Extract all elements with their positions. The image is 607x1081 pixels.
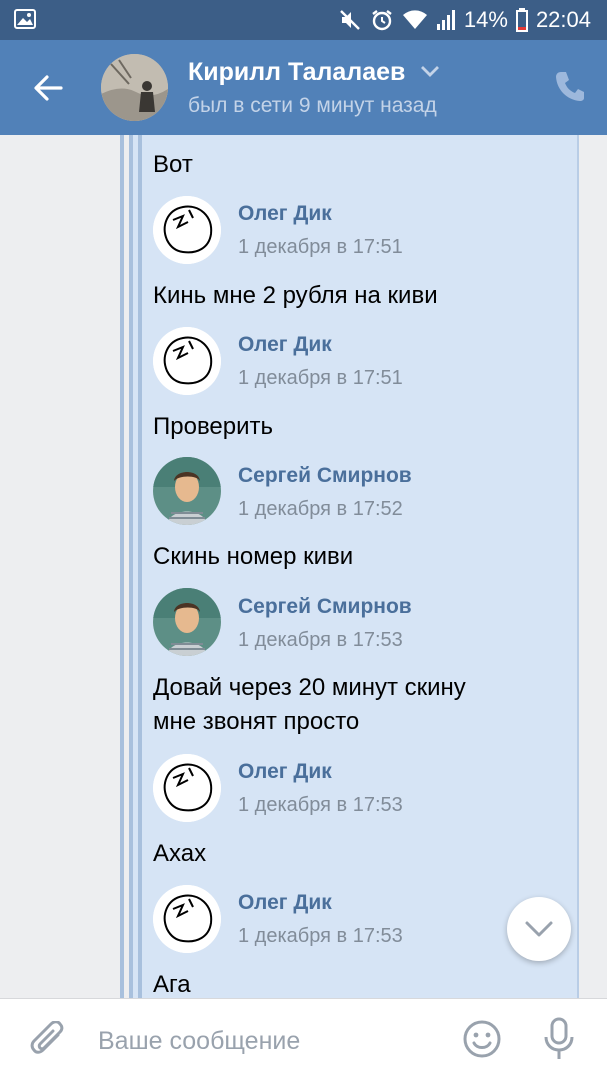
sender-avatar[interactable] xyxy=(153,327,221,395)
status-bar: 14% 22:04 xyxy=(0,0,607,40)
phone-icon[interactable] xyxy=(555,70,585,107)
gallery-icon xyxy=(14,9,36,29)
chevron-down-icon xyxy=(525,921,553,937)
message-text: Кинь мне 2 рубля на киви xyxy=(153,282,438,309)
sender-name[interactable]: Сергей Смирнов xyxy=(238,595,412,619)
attach-icon[interactable] xyxy=(28,1020,68,1068)
sender-name[interactable]: Олег Дик xyxy=(238,202,332,226)
sender-name[interactable]: Олег Дик xyxy=(238,760,332,784)
sender-name[interactable]: Олег Дик xyxy=(238,333,332,357)
message-list[interactable]: Вот Олег Дик 1 декабря в 17:51 Кинь мне … xyxy=(0,135,607,998)
sender-name[interactable]: Олег Дик xyxy=(238,891,332,915)
message-time: 1 декабря в 17:53 xyxy=(238,629,403,651)
mute-icon xyxy=(338,8,362,32)
message-composer xyxy=(0,998,607,1081)
message-text: Ахах xyxy=(153,840,207,867)
sender-avatar[interactable] xyxy=(153,754,221,822)
wifi-icon xyxy=(402,9,428,31)
contact-status: был в сети 9 минут назад xyxy=(188,94,437,117)
clock: 22:04 xyxy=(535,7,591,32)
battery-percent: 14% xyxy=(463,7,508,32)
message-time: 1 декабря в 17:51 xyxy=(238,367,403,389)
message-text: Вот xyxy=(153,151,193,178)
chevron-down-icon[interactable] xyxy=(420,64,440,83)
message-time: 1 декабря в 17:53 xyxy=(238,794,403,816)
signal-icon xyxy=(436,9,456,31)
sender-avatar[interactable] xyxy=(153,196,221,264)
contact-name[interactable]: Кирилл Талалаев xyxy=(188,58,405,87)
microphone-icon[interactable] xyxy=(542,1017,576,1066)
sender-avatar[interactable] xyxy=(153,457,221,525)
sender-avatar[interactable] xyxy=(153,588,221,656)
forward-bar xyxy=(120,135,124,998)
message-text: Довай через 20 минут скину xyxy=(153,674,466,701)
contact-avatar[interactable] xyxy=(101,54,168,121)
alarm-icon xyxy=(370,8,394,32)
back-button[interactable] xyxy=(26,68,70,108)
chat-header: Кирилл Талалаев был в сети 9 минут назад xyxy=(0,40,607,135)
back-arrow-icon xyxy=(34,75,63,101)
sender-avatar[interactable] xyxy=(153,885,221,953)
message-time: 1 декабря в 17:51 xyxy=(238,236,403,258)
forward-bar xyxy=(138,135,142,998)
message-time: 1 декабря в 17:53 xyxy=(238,925,403,947)
message-text: мне звонят просто xyxy=(153,708,360,735)
message-text: Проверить xyxy=(153,413,274,440)
message-text: Скинь номер киви xyxy=(153,543,354,570)
battery-icon xyxy=(515,8,528,32)
scroll-down-button[interactable] xyxy=(507,897,571,961)
emoji-icon[interactable] xyxy=(462,1019,502,1064)
message-time: 1 декабря в 17:52 xyxy=(238,498,403,520)
message-text: Ага xyxy=(153,971,191,998)
message-input[interactable] xyxy=(96,1023,440,1059)
sender-name[interactable]: Сергей Смирнов xyxy=(238,464,412,488)
